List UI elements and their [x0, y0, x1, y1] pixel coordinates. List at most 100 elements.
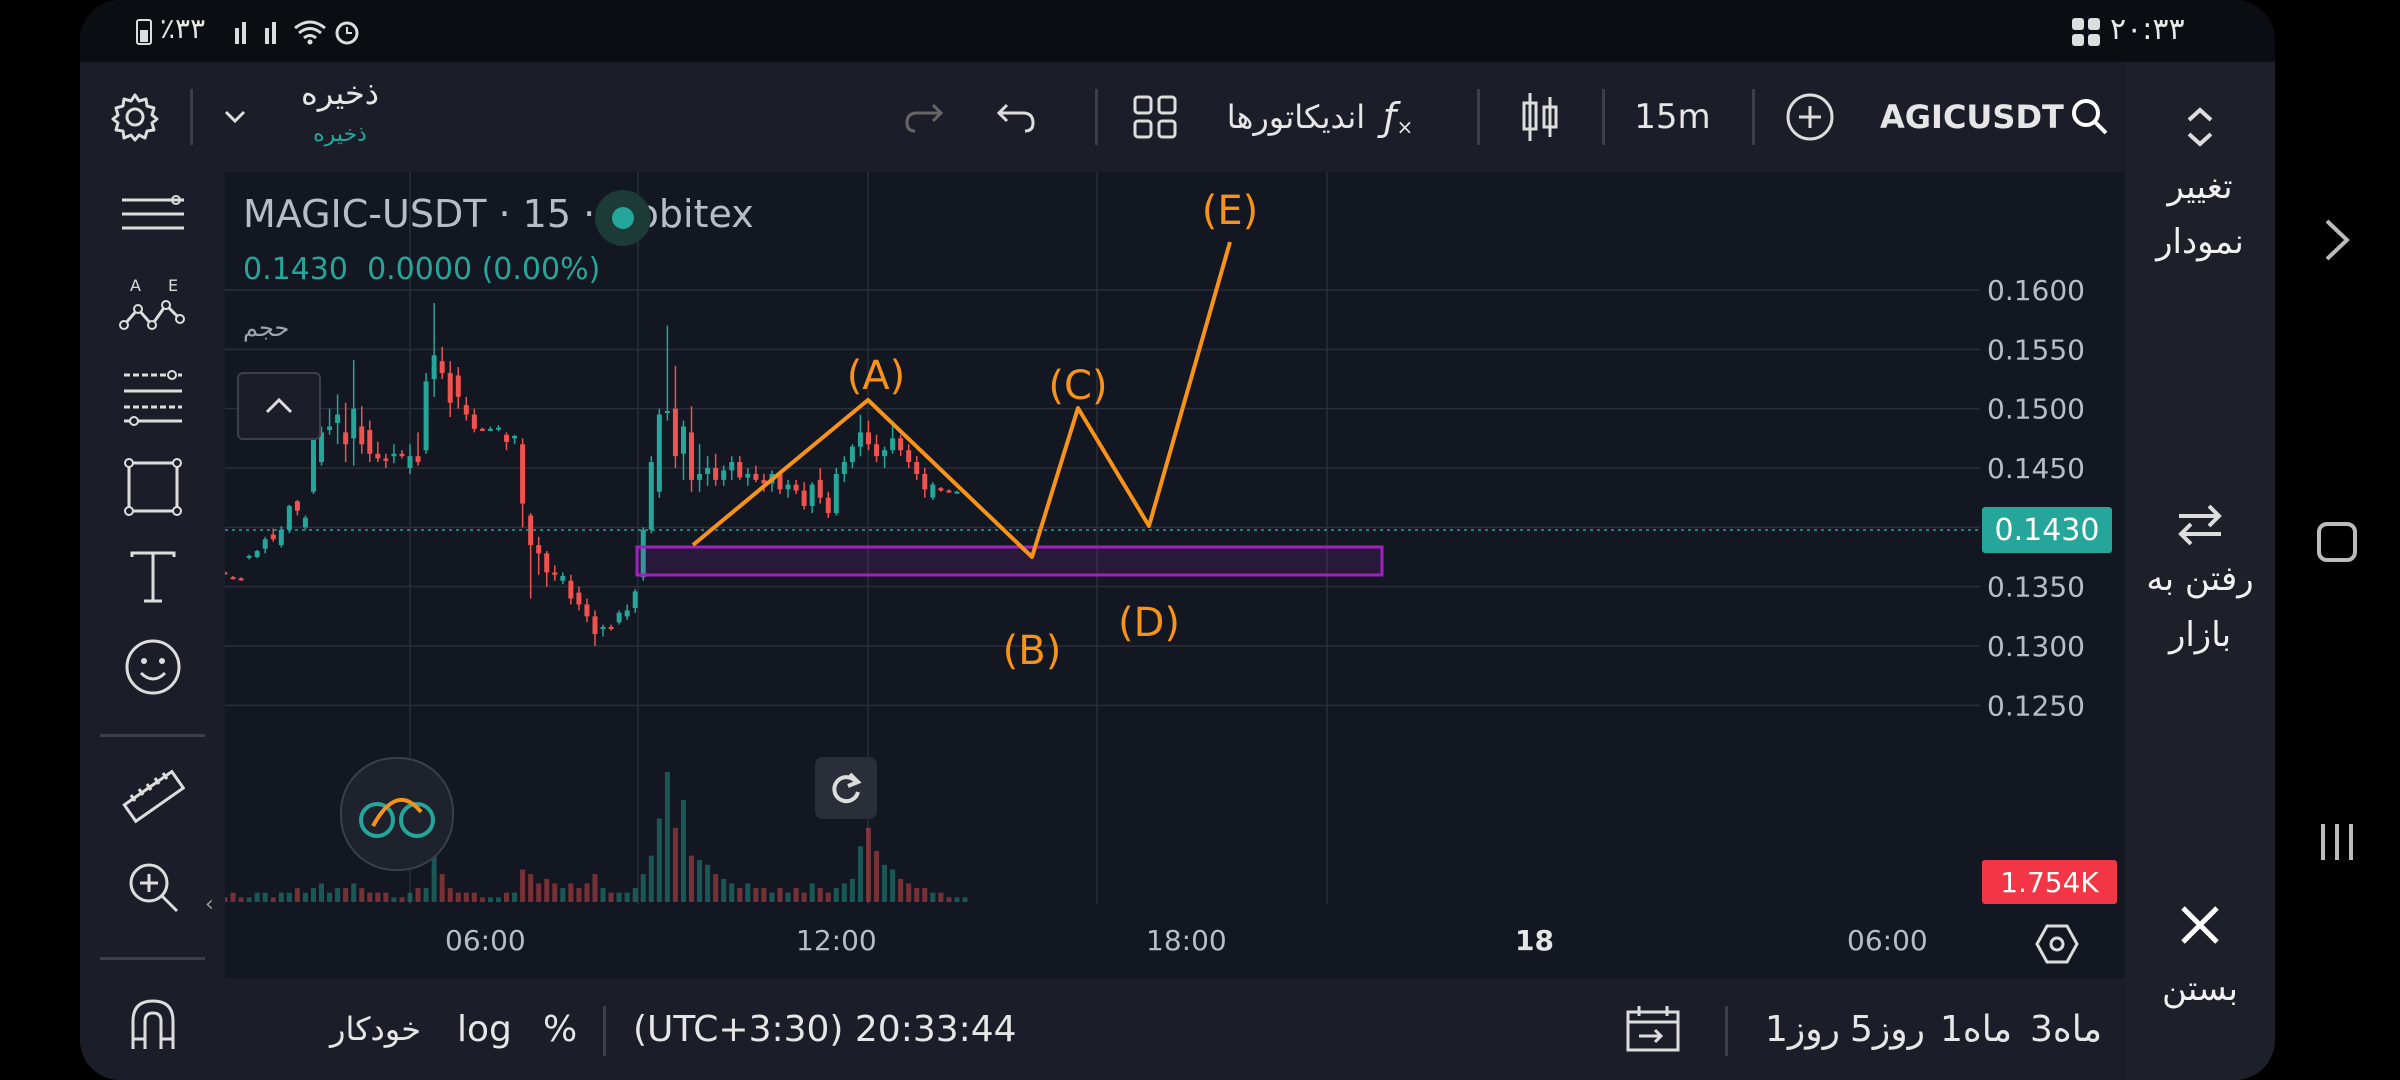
- volume-bar: [463, 892, 469, 902]
- indicators-button[interactable]: اندیکاتورها ƒ ×: [1210, 62, 1430, 172]
- candle-body: [447, 373, 453, 403]
- fib-retracement-icon: [123, 370, 182, 426]
- volume-bar: [544, 878, 550, 902]
- symbol-name: AGICUSDT: [1880, 98, 2064, 136]
- candle-body: [254, 551, 260, 557]
- chart-type-button[interactable]: [1500, 62, 1580, 172]
- collapse-legend-button[interactable]: [237, 372, 321, 440]
- volume-bar: [225, 897, 228, 902]
- volume-bar: [310, 888, 316, 902]
- volume-bar: [882, 864, 888, 902]
- candle-body: [745, 473, 751, 478]
- candle-body: [479, 428, 485, 431]
- candle-body: [302, 517, 308, 528]
- candle-body: [238, 578, 244, 581]
- candle-body: [560, 575, 566, 581]
- candle-body: [946, 490, 952, 493]
- tool-emoji[interactable]: [80, 622, 225, 712]
- symbol-search-button[interactable]: AGICUSDT: [1880, 62, 2120, 172]
- redo-button[interactable]: [895, 62, 955, 172]
- volume-bar: [238, 897, 244, 902]
- log-toggle[interactable]: log: [457, 978, 512, 1080]
- chart-area[interactable]: (A) (B) (C) (D) (E) 0.1600 0.1550 0.1500 0.1450…: [225, 172, 2125, 980]
- candlestick-icon: [1522, 93, 1558, 141]
- smiley-icon: [125, 639, 180, 695]
- support-zone[interactable]: [635, 545, 1384, 577]
- go-to-date-button[interactable]: [1625, 978, 1695, 1080]
- tool-divider: [100, 957, 205, 960]
- time-label: 06:00: [1847, 924, 1928, 957]
- price-axis-label: 0.1250: [1987, 689, 2085, 722]
- candle-body: [616, 612, 622, 623]
- go-market-label-1: رفتن به: [2146, 559, 2254, 599]
- candle-body: [343, 432, 349, 445]
- percent-toggle[interactable]: %: [543, 978, 577, 1080]
- volume-bar: [592, 874, 598, 902]
- price-axis-label: 0.1500: [1987, 393, 2085, 426]
- volume-bar: [938, 892, 944, 902]
- volume-bar: [865, 827, 871, 902]
- change-chart-button[interactable]: تغییر نمودار: [2125, 92, 2275, 332]
- recents-icon[interactable]: [2315, 520, 2359, 564]
- clock-timezone[interactable]: (UTC+3:30) 20:33:44: [633, 978, 1017, 1080]
- tool-measure[interactable]: [80, 752, 225, 842]
- axis-settings-icon[interactable]: [2035, 922, 2079, 966]
- tool-patterns[interactable]: AE: [80, 262, 225, 352]
- text-icon: [130, 551, 175, 603]
- candle-body: [407, 456, 413, 468]
- status-dot: [612, 207, 634, 229]
- legend-change: 0.0000 (0.00%): [367, 252, 601, 287]
- volume-bar: [922, 888, 928, 902]
- tool-rectangle[interactable]: [80, 442, 225, 532]
- tool-magnet[interactable]: [80, 980, 225, 1070]
- save-button[interactable]: ذخیره ذخیره: [280, 74, 400, 164]
- candle-body: [914, 462, 920, 474]
- save-dropdown-button[interactable]: [210, 62, 260, 172]
- tool-lines[interactable]: [80, 172, 225, 262]
- go-to-market-button[interactable]: رفتن به بازار: [2125, 502, 2275, 722]
- timeframe-button[interactable]: 15m: [1625, 62, 1720, 172]
- add-symbol-button[interactable]: [1775, 62, 1845, 172]
- time-axis[interactable]: 06:00 12:00 18:00 18 06:00: [225, 904, 2125, 980]
- candle-body: [487, 428, 493, 431]
- volume-bar: [890, 869, 896, 902]
- volume-bar: [721, 878, 727, 902]
- volume-bar: [745, 883, 751, 902]
- tool-fibonacci[interactable]: [80, 352, 225, 442]
- candle-body: [753, 473, 759, 480]
- candle-body: [576, 592, 582, 605]
- volume-bar: [520, 869, 526, 902]
- market-status-indicator[interactable]: [595, 190, 651, 246]
- range-1m-button[interactable]: 1ماه: [1940, 978, 2012, 1080]
- range-1d-button[interactable]: 1روز: [1765, 978, 1840, 1080]
- swap-arrows-icon: [2178, 504, 2222, 546]
- status-bar: ٪۳۳ ۲۰:۳۳: [80, 0, 2275, 62]
- bottom-toolbar: 3ماه 1ماه 5روز 1روز (UTC+3:30) 20:33:44 …: [225, 978, 2125, 1080]
- volume-bar: [640, 874, 646, 902]
- tool-zoom-in[interactable]: [80, 842, 225, 932]
- reset-chart-button[interactable]: [815, 757, 877, 819]
- close-button[interactable]: بستن: [2125, 902, 2275, 1072]
- settings-button[interactable]: [100, 62, 170, 172]
- candle-body: [849, 446, 855, 463]
- price-chart[interactable]: (A) (B) (C) (D) (E) 0.1600 0.1550 0.1500 0.1450…: [225, 172, 2125, 980]
- volume-bar: [946, 897, 952, 902]
- candle-body: [954, 491, 960, 494]
- floating-action-button[interactable]: [340, 757, 454, 871]
- layout-button[interactable]: [1120, 62, 1190, 172]
- candle-body: [262, 539, 268, 549]
- forward-chevron-icon[interactable]: [2317, 215, 2357, 265]
- volume-bar: [761, 888, 767, 902]
- undo-button[interactable]: [985, 62, 1045, 172]
- home-bars-icon[interactable]: [2315, 820, 2359, 864]
- volume-tag: 1.754K: [1982, 860, 2117, 904]
- volume-bar: [536, 883, 542, 902]
- tool-text[interactable]: [80, 532, 225, 622]
- volume-bar: [351, 883, 357, 902]
- candle-body: [721, 470, 727, 480]
- auto-scale-toggle[interactable]: خودکار: [330, 978, 421, 1080]
- time-label: 06:00: [445, 924, 526, 957]
- collapse-tools-icon[interactable]: ‹: [205, 892, 214, 917]
- range-3m-button[interactable]: 3ماه: [2030, 978, 2102, 1080]
- range-5d-button[interactable]: 5روز: [1850, 978, 1925, 1080]
